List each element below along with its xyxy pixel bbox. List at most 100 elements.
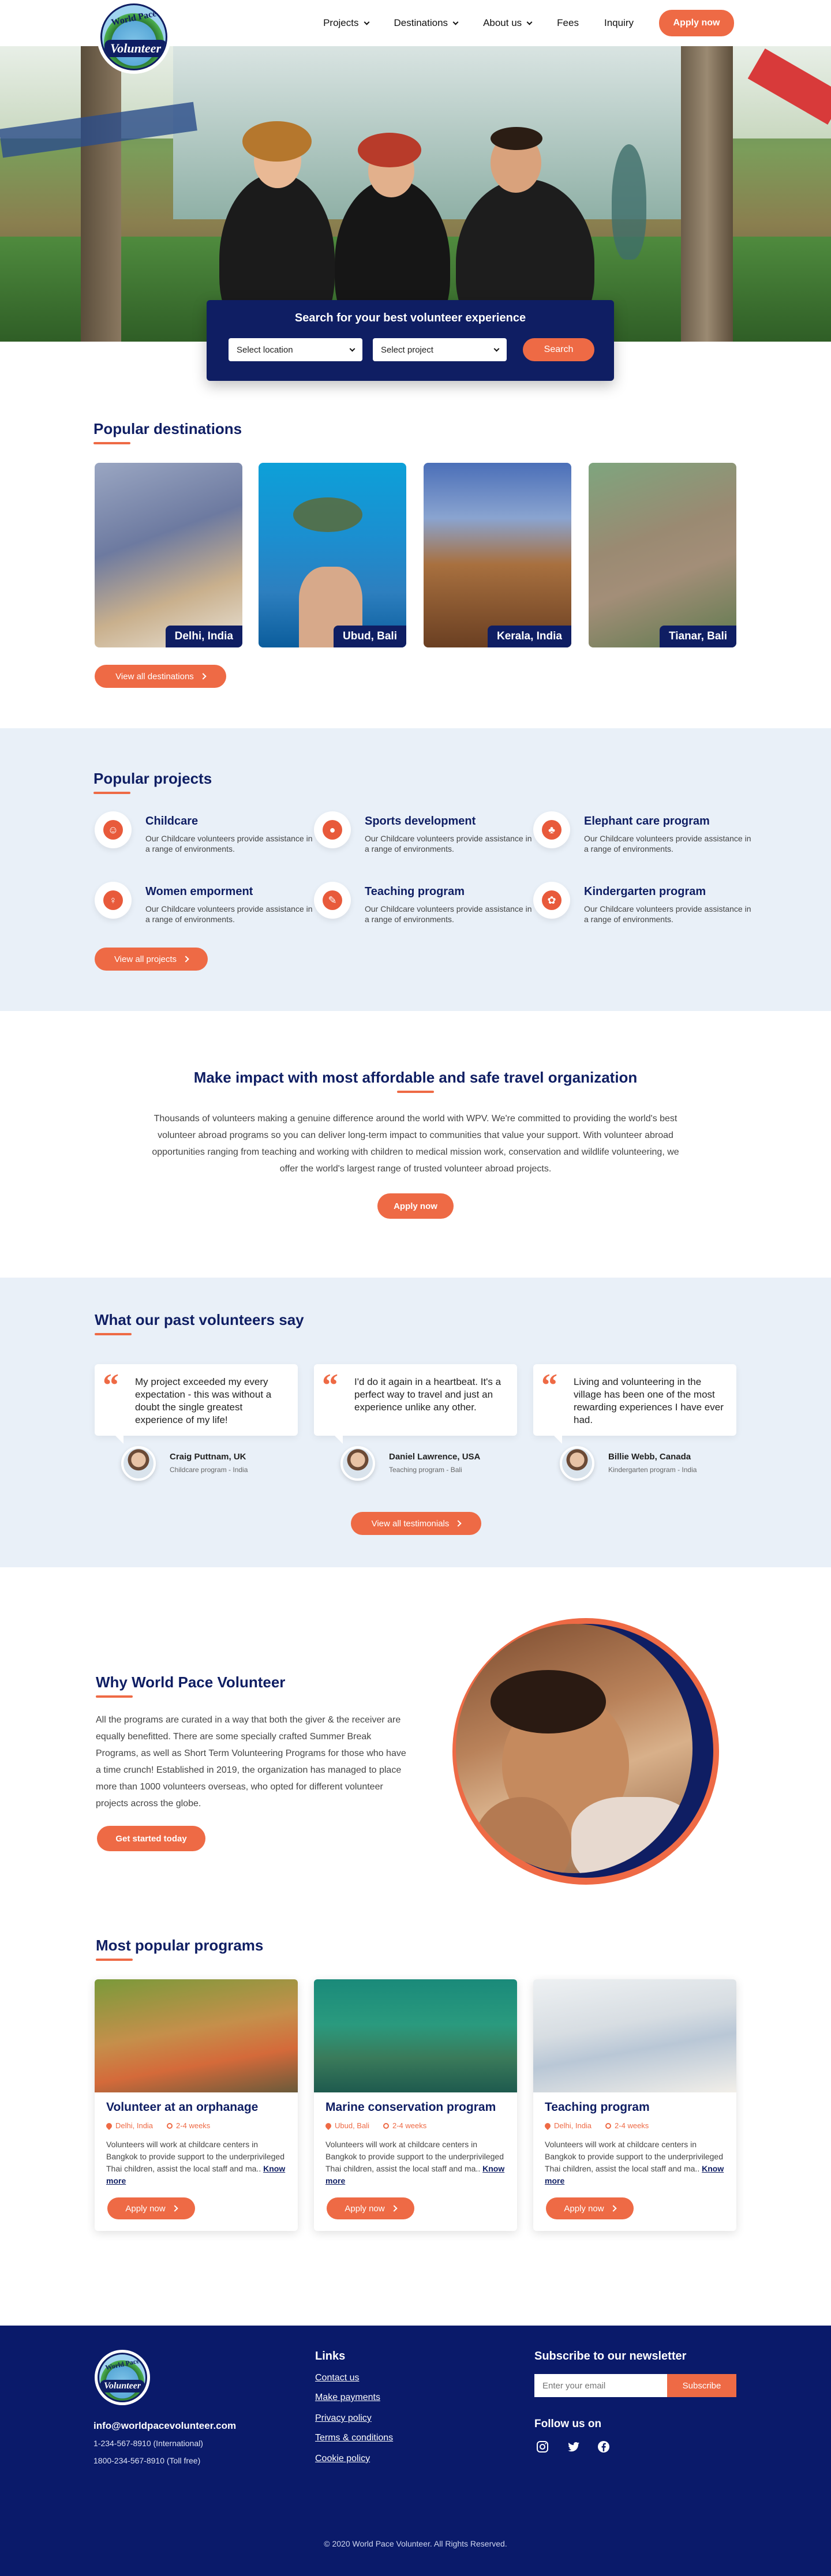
program-card: Teaching program Delhi, India 2-4 weeks V… [533,1979,736,2231]
program-image [533,1979,736,2092]
avatar [560,1446,594,1481]
subscribe-button[interactable]: Subscribe [667,2374,736,2397]
site-logo[interactable]: World Pace Volunteer [97,0,171,74]
chevron-right-icon [200,673,207,680]
globe-logo-icon: World Pace Volunteer [98,2353,147,2402]
chevron-down-icon [364,19,369,25]
view-all-testimonials-button[interactable]: View all testimonials [351,1512,481,1535]
chevron-right-icon [171,2205,178,2212]
follow-title: Follow us on [534,2418,602,2430]
clock-icon [605,2122,612,2129]
avatar [121,1446,156,1481]
footer-link-payments[interactable]: Make payments [315,2392,380,2403]
impact-apply-button[interactable]: Apply now [377,1193,454,1219]
site-footer: World Pace Volunteer info@worldpacevolun… [0,2326,831,2576]
links-title: Links [315,2350,346,2362]
footer-link-terms[interactable]: Terms & conditions [315,2433,393,2443]
chevron-down-icon [452,19,459,25]
title-underline [93,792,130,794]
facebook-icon[interactable] [596,2439,612,2455]
programs-title: Most popular programs [96,1937,264,1954]
search-button[interactable]: Search [523,338,594,361]
globe-logo-icon: World Pace Volunteer [100,3,167,70]
chevron-right-icon [609,2205,617,2212]
footer-link-contact[interactable]: Contact us [315,2373,359,2383]
project-select[interactable]: Select project [373,338,507,361]
clock-icon [383,2122,389,2129]
title-underline [397,1091,434,1093]
destination-card[interactable]: Delhi, India [95,463,242,647]
chevron-down-icon [493,346,500,351]
program-card: Marine conservation program Ubud, Bali 2-… [314,1979,517,2231]
impact-title: Make impact with most affordable and saf… [193,1069,638,1086]
program-image [314,1979,517,2092]
nav-projects[interactable]: Projects [323,17,369,29]
location-pin-icon [543,2121,552,2130]
ball-icon: ● [323,820,342,840]
title-underline [93,442,130,444]
project-item-elephant[interactable]: ♣ Elephant care program Our Childcare vo… [533,811,753,858]
destinations-title: Popular destinations [93,420,242,437]
apply-now-button[interactable]: Apply now [659,10,734,36]
chevron-right-icon [390,2205,398,2212]
destination-card[interactable]: Tianar, Bali [589,463,736,647]
chevron-right-icon [455,1520,462,1527]
project-item-women[interactable]: ♀ Women emporment Our Childcare voluntee… [95,882,314,928]
project-item-sports[interactable]: ● Sports development Our Childcare volun… [314,811,533,858]
footer-link-cookie[interactable]: Cookie policy [315,2454,370,2464]
nav-fees[interactable]: Fees [557,17,579,29]
footer-link-privacy[interactable]: Privacy policy [315,2413,372,2424]
location-pin-icon [104,2121,114,2130]
testimonial-card: “ Living and volunteering in the village… [533,1364,736,1444]
program-card: Volunteer at an orphanage Delhi, India 2-… [95,1979,298,2231]
project-item-kindergarten[interactable]: ✿ Kindergarten program Our Childcare vol… [533,882,753,928]
footer-phone-free[interactable]: 1800-234-567-8910 (Toll free) [93,2456,200,2465]
footer-phone-intl[interactable]: 1-234-567-8910 (International) [93,2439,203,2448]
location-select[interactable]: Select location [229,338,362,361]
program-apply-button[interactable]: Apply now [546,2197,634,2219]
nav-inquiry[interactable]: Inquiry [604,17,634,29]
why-image [452,1618,719,1885]
location-pin-icon [324,2121,333,2130]
project-item-teaching[interactable]: ✎ Teaching program Our Childcare volunte… [314,882,533,928]
program-image [95,1979,298,2092]
destination-card[interactable]: Kerala, India [424,463,571,647]
newsletter-title: Subscribe to our newsletter [534,2350,687,2362]
why-text: All the programs are curated in a way th… [96,1715,406,1809]
newsletter-email-input[interactable] [534,2374,667,2397]
title-underline [95,1333,132,1335]
instagram-icon[interactable] [534,2439,551,2455]
main-nav: Projects Destinations About us Fees Inqu… [323,0,734,46]
hero-image [0,46,831,342]
projects-title: Popular projects [93,770,212,787]
elephant-icon: ♣ [542,820,562,840]
footer-email[interactable]: info@worldpacevolunteer.com [93,2420,236,2432]
twitter-icon[interactable] [566,2439,582,2455]
women-icon: ♀ [103,890,123,910]
child-icon: ☺ [103,820,123,840]
view-all-destinations-button[interactable]: View all destinations [95,665,226,688]
testimonial-card: “ I'd do it again in a heartbeat. It's a… [314,1364,517,1444]
chevron-right-icon [182,956,189,963]
project-item-childcare[interactable]: ☺ Childcare Our Childcare volunteers pro… [95,811,314,858]
search-title: Search for your best volunteer experienc… [294,312,526,324]
title-underline [96,1695,133,1698]
testimonial-card: “ My project exceeded my every expectati… [95,1364,298,1444]
program-apply-button[interactable]: Apply now [327,2197,414,2219]
clock-icon [167,2122,173,2129]
nav-about[interactable]: About us [483,17,533,29]
get-started-button[interactable]: Get started today [97,1826,205,1851]
why-title: Why World Pace Volunteer [96,1673,286,1691]
quote-icon: “ [103,1368,119,1403]
program-apply-button[interactable]: Apply now [107,2197,195,2219]
copyright: © 2020 World Pace Volunteer. All Rights … [324,2539,507,2548]
quote-icon: “ [322,1368,338,1403]
nav-destinations[interactable]: Destinations [394,17,459,29]
impact-text: Thousands of volunteers making a genuine… [152,1114,679,1174]
chevron-down-icon [349,346,355,351]
kindergarten-icon: ✿ [542,890,562,910]
destination-card[interactable]: Ubud, Bali [259,463,406,647]
view-all-projects-button[interactable]: View all projects [95,948,208,971]
avatar [340,1446,375,1481]
footer-logo[interactable]: World Pace Volunteer [95,2350,150,2405]
